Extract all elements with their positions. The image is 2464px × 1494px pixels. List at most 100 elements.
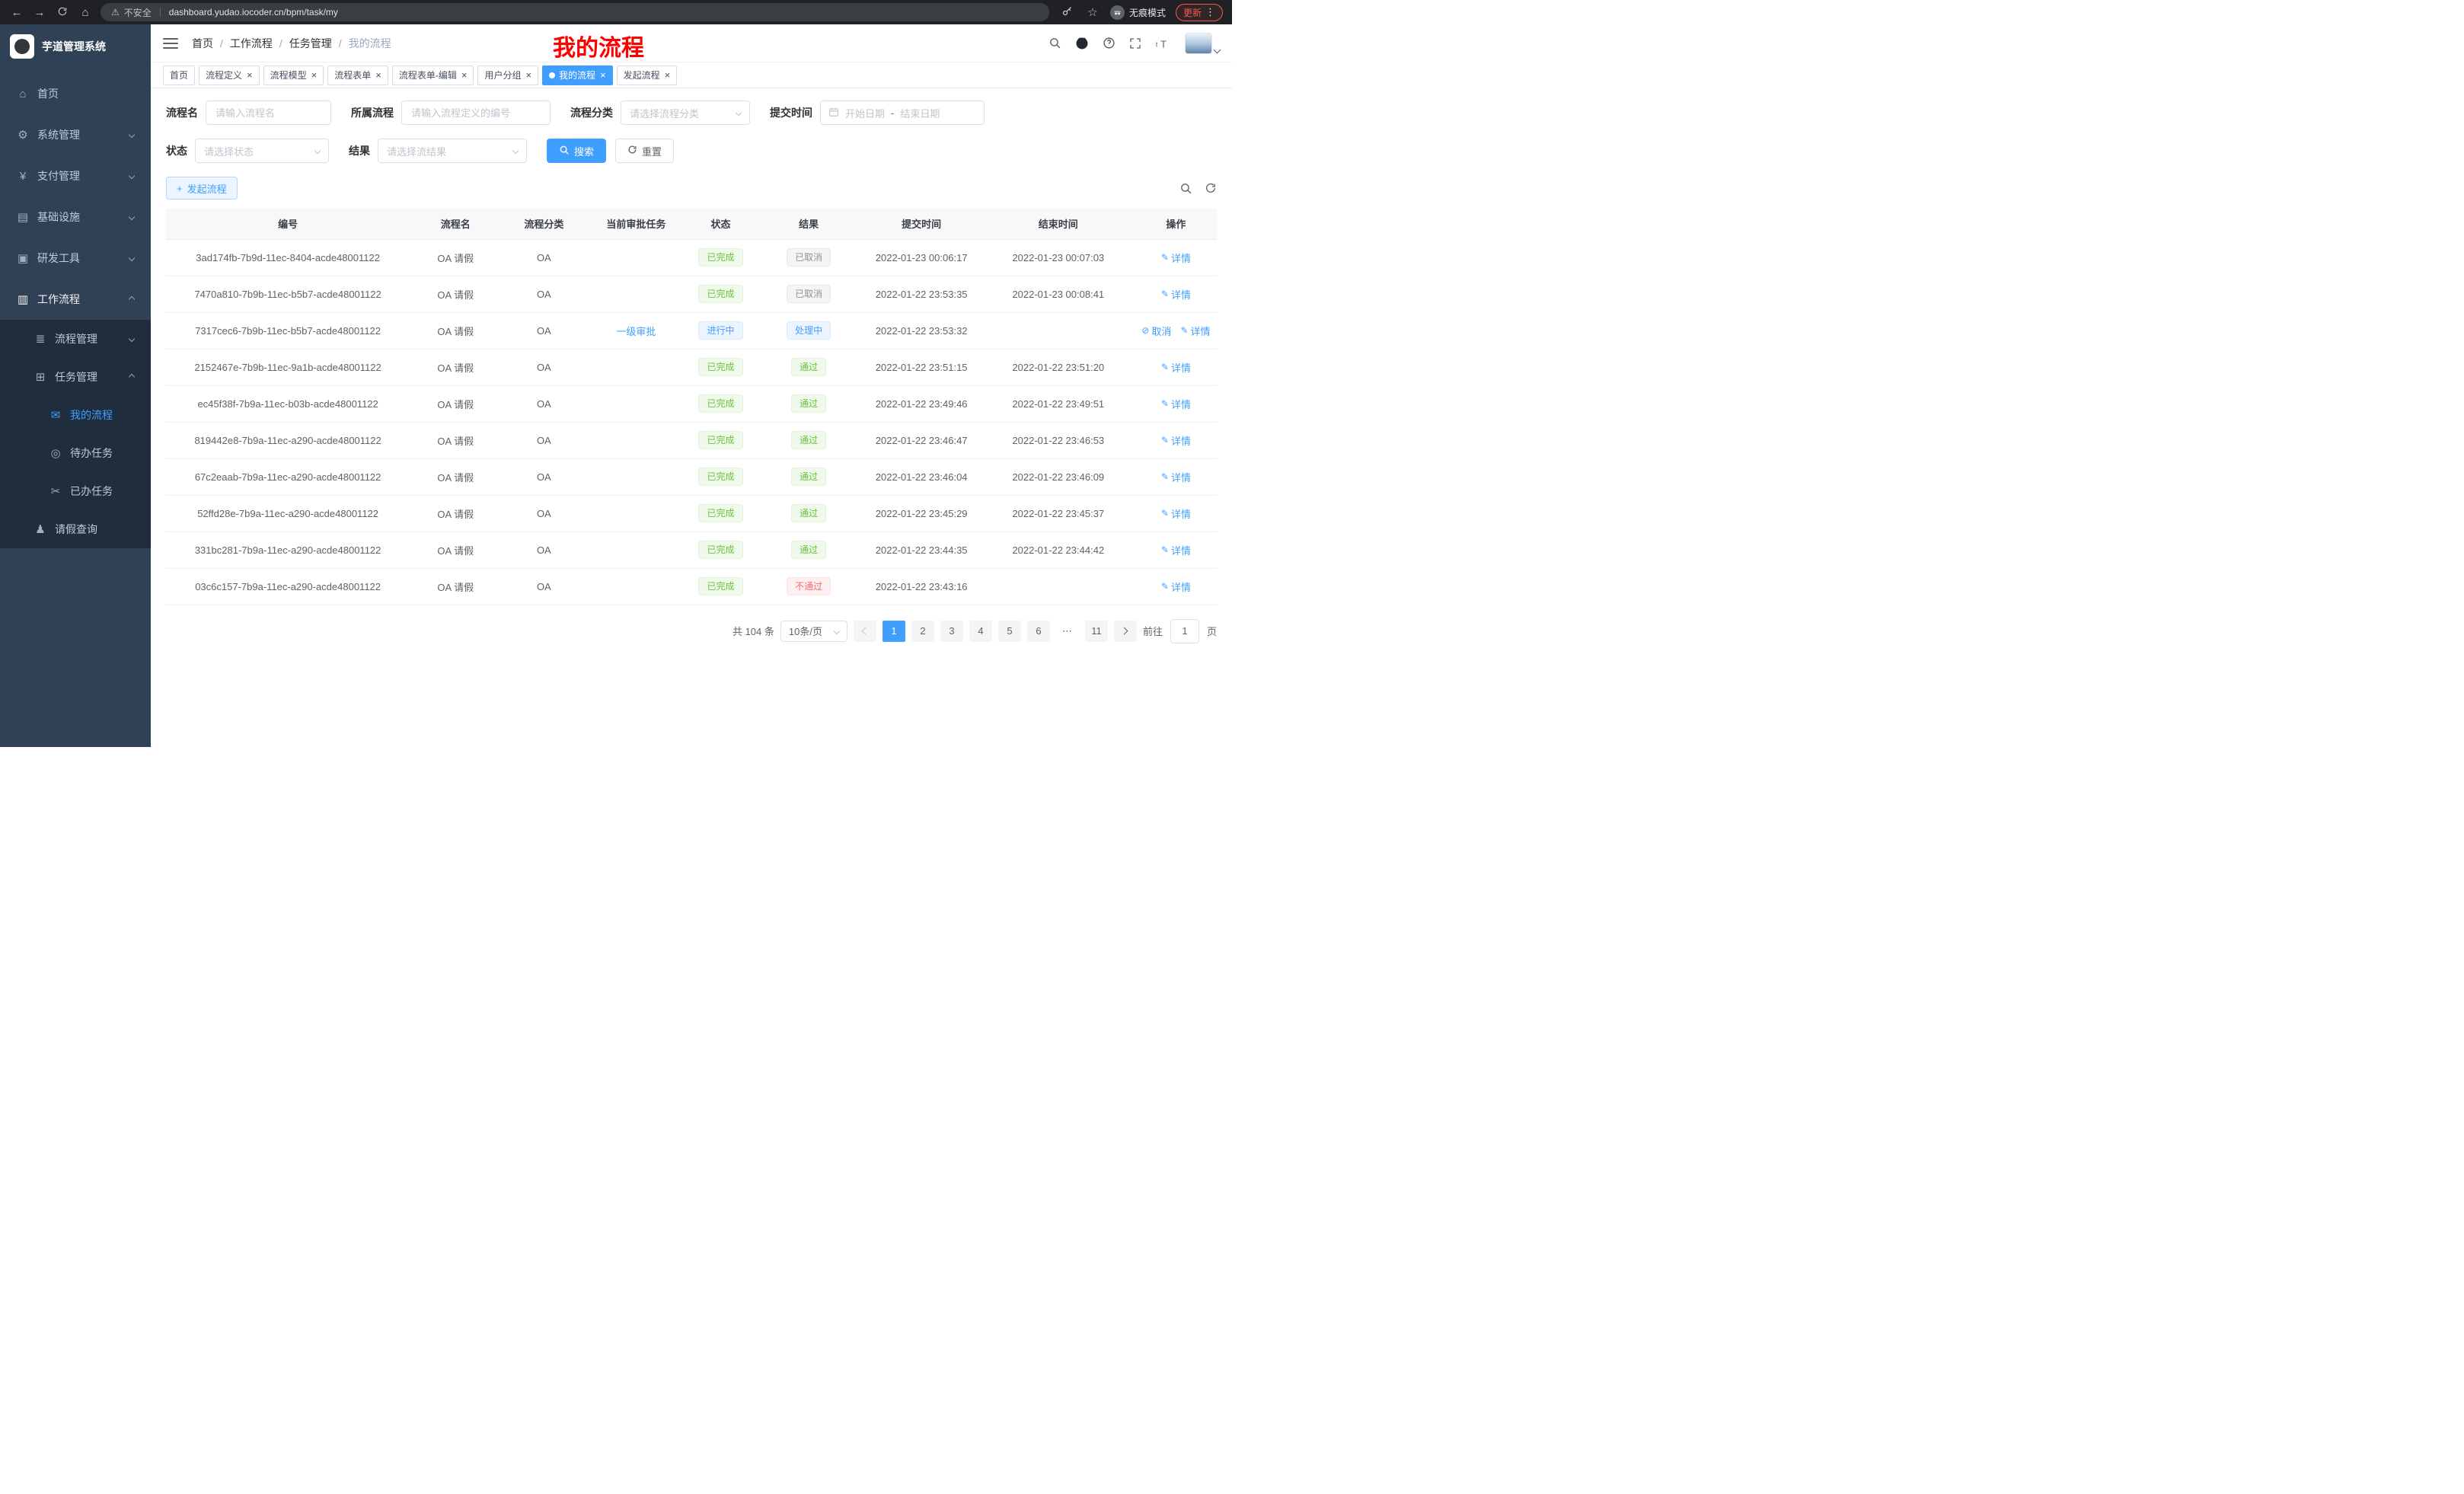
key-icon[interactable] [1060,5,1075,19]
result-tag: 处理中 [787,321,831,340]
warning-icon: ⚠ [111,7,120,18]
url-bar[interactable]: ⚠ 不安全 dashboard.yudao.iocoder.cn/bpm/tas… [101,3,1049,21]
tab-start-process[interactable]: 发起流程× [617,65,678,85]
select-placeholder: 请选择状态 [204,144,254,158]
goto-page-input[interactable] [1170,619,1199,643]
bookmark-star-icon[interactable]: ☆ [1085,7,1100,18]
sidebar-item-label: 请假查询 [55,522,97,537]
tab-user-group[interactable]: 用户分组× [477,65,538,85]
filter-process-name-input[interactable] [206,101,331,125]
help-icon[interactable] [1103,37,1116,49]
sidebar-item-payment[interactable]: ¥支付管理 [0,155,151,196]
table-row: 52ffd28e-7b9a-11ec-a290-acde48001122OA 请… [166,495,1217,532]
sidebar-item-task-mgmt[interactable]: ⊞任务管理 [0,358,151,396]
page-button-5[interactable]: 5 [998,621,1021,642]
detail-action[interactable]: ✎详情 [1161,287,1191,302]
cell-end-time: 2022-01-22 23:45:37 [981,495,1135,532]
eye-icon: ◎ [49,446,62,460]
sidebar-item-home[interactable]: ⌂首页 [0,73,151,114]
filter-category-select[interactable]: 请选择流程分类 [621,101,750,125]
next-page-button[interactable] [1114,621,1137,642]
font-size-icon[interactable]: tT [1155,37,1171,49]
detail-action[interactable]: ✎详情 [1161,543,1191,557]
logo[interactable]: 芋道管理系统 [0,24,151,69]
reset-button[interactable]: 重置 [615,139,674,163]
breadcrumb-item[interactable]: 工作流程 [230,36,273,51]
close-icon[interactable]: × [461,70,468,80]
action-label: 详情 [1191,324,1211,338]
tab-process-model[interactable]: 流程模型× [263,65,324,85]
page-button-6[interactable]: 6 [1027,621,1050,642]
detail-action[interactable]: ✎详情 [1161,579,1191,594]
tab-process-form[interactable]: 流程表单× [327,65,388,85]
detail-action[interactable]: ✎详情 [1161,433,1191,448]
cancel-action[interactable]: ⊘取消 [1141,324,1171,338]
close-icon[interactable]: × [247,70,253,80]
breadcrumb-item[interactable]: 我的流程 [349,36,391,51]
breadcrumb-item[interactable]: 首页 [192,36,213,51]
tab-process-definition[interactable]: 流程定义× [199,65,260,85]
update-button[interactable]: 更新 ⋮ [1176,4,1223,21]
detail-action[interactable]: ✎详情 [1161,397,1191,411]
detail-action[interactable]: ✎详情 [1161,251,1191,265]
tab-process-form-edit[interactable]: 流程表单-编辑× [392,65,474,85]
sidebar-item-devtools[interactable]: ▣研发工具 [0,238,151,279]
detail-action[interactable]: ✎详情 [1180,324,1210,338]
search-icon[interactable] [1048,37,1061,49]
sidebar-item-leave-query[interactable]: ♟请假查询 [0,510,151,548]
github-icon[interactable] [1075,37,1089,50]
close-icon[interactable]: × [311,70,318,80]
home-icon[interactable]: ⌂ [78,7,93,18]
filter-parent-process-input[interactable] [401,101,551,125]
filter-result-select[interactable]: 请选择流结果 [378,139,527,163]
filter-status-select[interactable]: 请选择状态 [195,139,329,163]
url-text: dashboard.yudao.iocoder.cn/bpm/task/my [169,7,338,18]
close-icon[interactable]: × [375,70,381,80]
back-icon[interactable]: ← [9,7,24,18]
cell-status: 已完成 [685,422,755,458]
detail-action[interactable]: ✎详情 [1161,470,1191,484]
more-pages-button[interactable]: ⋯ [1056,621,1079,642]
search-button[interactable]: 搜索 [547,139,606,163]
fullscreen-icon[interactable] [1129,37,1141,49]
breadcrumb-item[interactable]: 任务管理 [289,36,332,51]
close-icon[interactable]: × [525,70,531,80]
detail-action[interactable]: ✎详情 [1161,360,1191,375]
sidebar-item-process-mgmt[interactable]: ≣流程管理 [0,320,151,358]
page-button-11[interactable]: 11 [1085,621,1108,642]
create-process-label: 发起流程 [187,181,227,196]
page-size-select[interactable]: 10条/页 [780,621,847,642]
cell-process-name: OA 请假 [410,312,501,349]
tab-my-process[interactable]: 我的流程× [542,65,613,85]
tab-home[interactable]: 首页 [163,65,195,85]
filter-group-process-name: 流程名 [166,101,331,125]
page-button-2[interactable]: 2 [911,621,934,642]
close-icon[interactable]: × [665,70,671,80]
page-button-1[interactable]: 1 [883,621,905,642]
create-process-button[interactable]: + 发起流程 [166,177,238,200]
sidebar-item-system[interactable]: ⚙系统管理 [0,114,151,155]
prev-page-button[interactable] [854,621,876,642]
edit-icon: ✎ [1161,289,1169,299]
table-row: 03c6c157-7b9a-11ec-a290-acde48001122OA 请… [166,568,1217,605]
user-menu[interactable] [1185,33,1220,54]
gear-icon: ⚙ [16,128,30,142]
page-button-4[interactable]: 4 [969,621,992,642]
refresh-button[interactable] [1205,182,1217,194]
sidebar-item-my-process[interactable]: ✉我的流程 [0,396,151,434]
chat-icon: ✉ [49,408,62,422]
hamburger-icon[interactable] [163,38,178,49]
detail-action[interactable]: ✎详情 [1161,506,1191,521]
sidebar-item-done-task[interactable]: ✂已办任务 [0,472,151,510]
sidebar-item-todo-task[interactable]: ◎待办任务 [0,434,151,472]
menu-dots-icon[interactable]: ⋮ [1205,6,1215,18]
close-icon[interactable]: × [600,70,606,80]
sidebar-item-infrastructure[interactable]: ▤基础设施 [0,196,151,238]
current-task-link[interactable]: 一级审批 [616,326,656,337]
filter-submit-time-range[interactable]: 开始日期-结束日期 [820,101,985,125]
page-button-3[interactable]: 3 [940,621,963,642]
search-toggle-button[interactable] [1179,182,1192,195]
reload-icon[interactable] [55,6,70,19]
sidebar-item-workflow[interactable]: ▥工作流程 [0,279,151,320]
forward-icon[interactable]: → [32,7,47,18]
